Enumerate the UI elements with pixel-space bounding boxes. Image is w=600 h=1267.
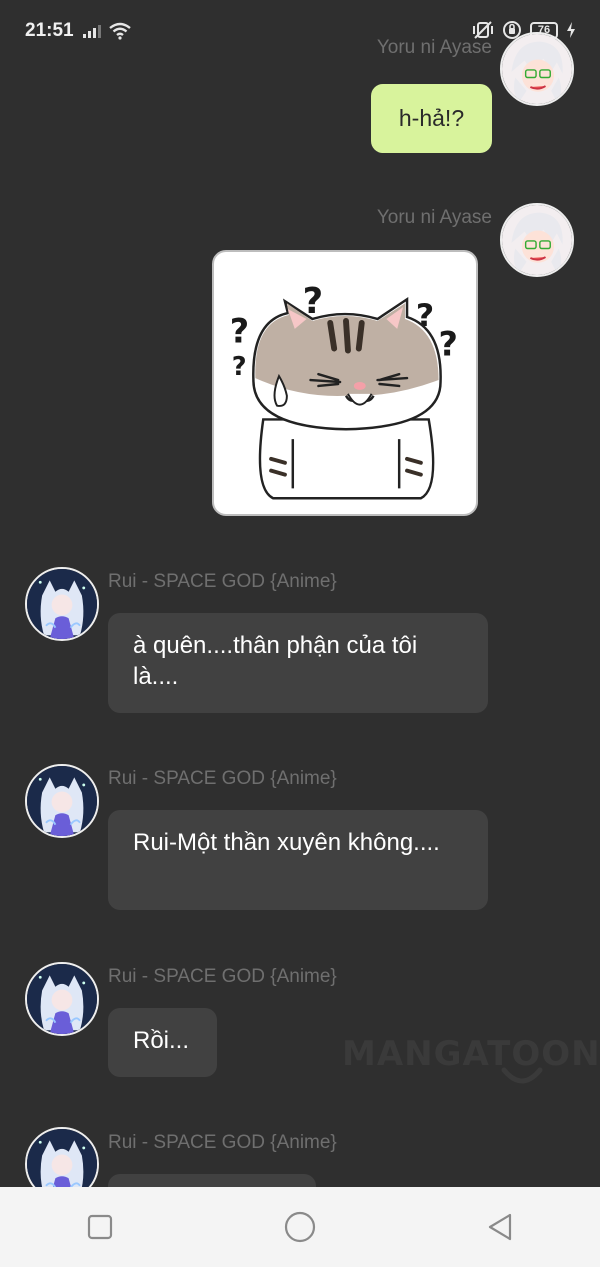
wifi-icon [109, 22, 131, 40]
message-bubble[interactable]: à quên....thân phận của tôi là.... [108, 613, 488, 713]
home-button[interactable] [270, 1197, 330, 1257]
message-bubble[interactable]: Rồi... [108, 1008, 217, 1077]
circle-icon [284, 1211, 316, 1243]
avatar-rui[interactable] [25, 764, 99, 838]
sender-name: Yoru ni Ayase [376, 207, 492, 228]
confused-cat-sticker[interactable]: ? ? ? ? ? [212, 250, 478, 516]
signal-icon [83, 25, 101, 38]
triangle-back-icon [488, 1213, 512, 1241]
sender-name: Rui - SPACE GOD {Anime} [108, 966, 337, 987]
sender-name: Yoru ni Ayase [376, 37, 492, 58]
watermark-smile-icon [501, 1067, 543, 1084]
svg-text:?: ? [232, 352, 247, 382]
sender-name: Rui - SPACE GOD {Anime} [108, 571, 337, 592]
charging-icon [567, 22, 575, 38]
avatar-yoru[interactable] [500, 32, 574, 106]
back-button[interactable] [470, 1197, 530, 1257]
message-bubble[interactable]: Rui-Một thần xuyên không.... [108, 810, 488, 910]
avatar-yoru[interactable] [500, 203, 574, 277]
cat-sticker-image: ? ? ? ? ? [230, 281, 458, 500]
status-time: 21:51 [25, 20, 74, 41]
avatar-rui[interactable] [25, 567, 99, 641]
square-icon [87, 1214, 113, 1240]
svg-text:?: ? [230, 312, 249, 351]
recent-apps-button[interactable] [70, 1197, 130, 1257]
navigation-bar [0, 1187, 600, 1267]
avatar-rui[interactable] [25, 962, 99, 1036]
sender-name: Rui - SPACE GOD {Anime} [108, 1132, 337, 1153]
svg-text:?: ? [439, 324, 458, 363]
sender-name: Rui - SPACE GOD {Anime} [108, 768, 337, 789]
mangatoon-watermark: MANGATOON [342, 1034, 600, 1074]
message-bubble[interactable]: h-hả!? [371, 84, 492, 153]
